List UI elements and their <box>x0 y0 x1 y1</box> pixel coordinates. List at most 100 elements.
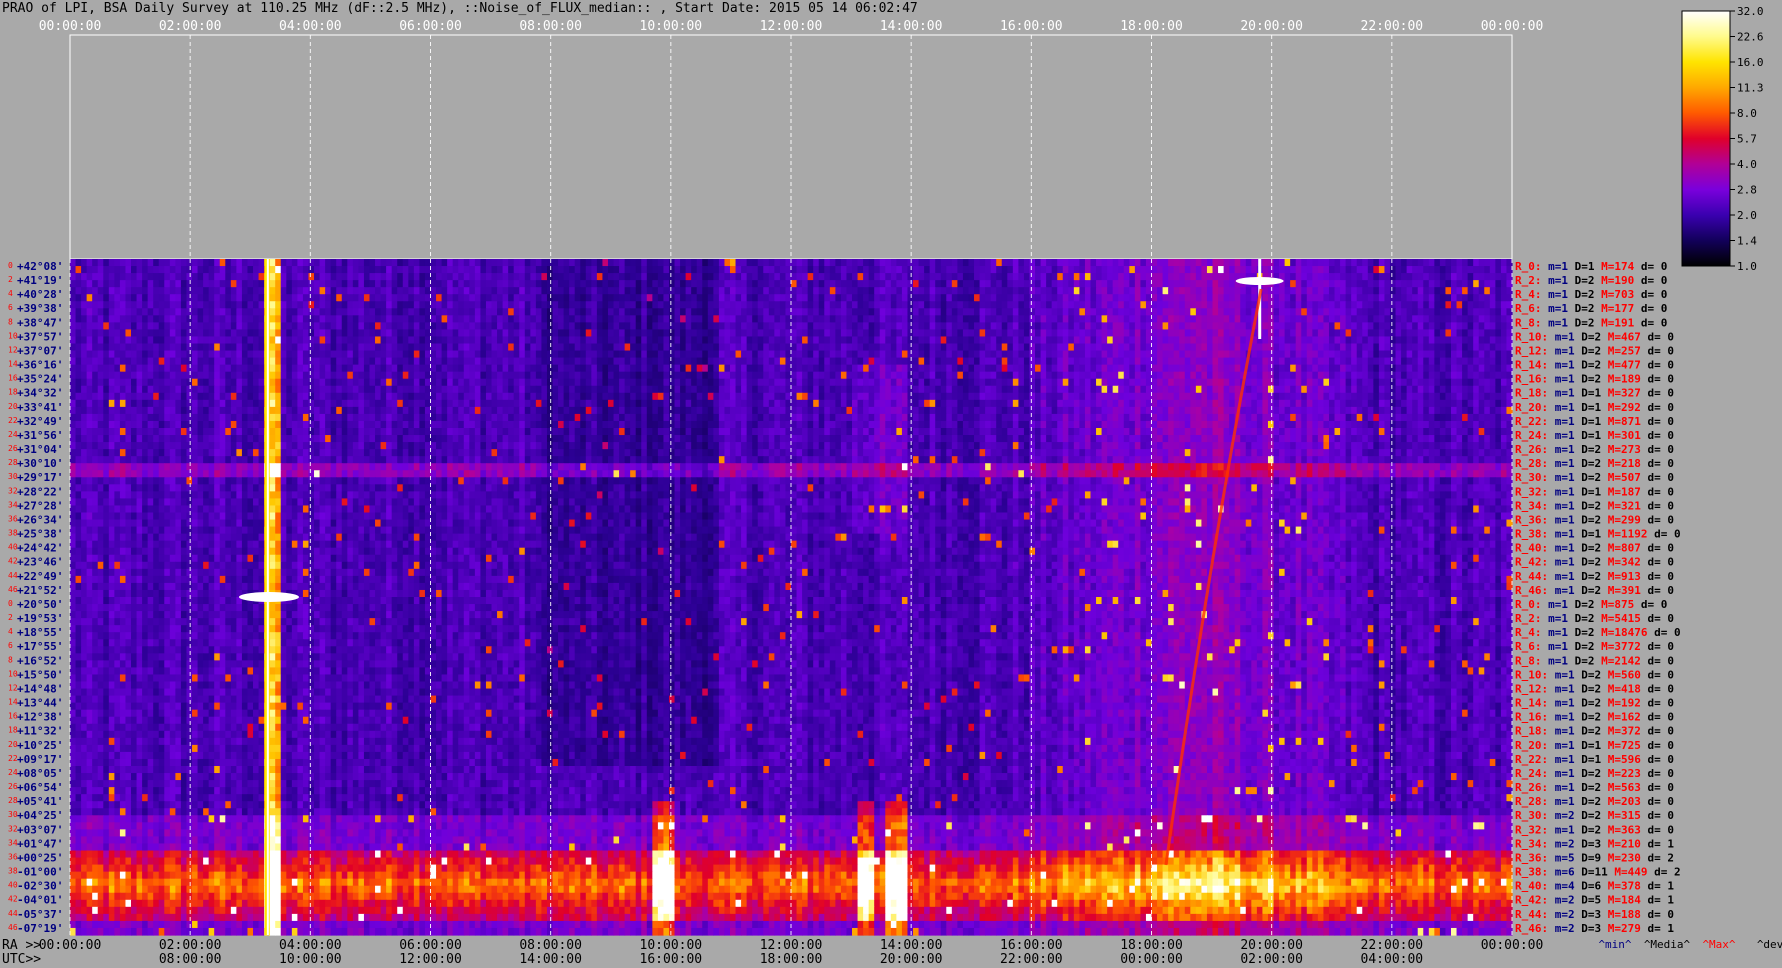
row-stat: R_8: m=1 D=2 M=2142 d= 0 <box>1515 654 1674 667</box>
y-dec-tick-label: +30°10' <box>17 457 63 470</box>
x-ra-axis-label: RA >> <box>2 938 41 953</box>
stat-legend-label: ^Media^ <box>1644 938 1691 951</box>
colorbar-tick-label: 22.6 <box>1737 31 1764 44</box>
x-utc-axis-label: UTC>> <box>2 952 41 967</box>
row-stat: R_38: m=6 D=11 M=449 d= 2 <box>1515 866 1681 879</box>
row-stat: R_22: m=1 D=1 M=596 d= 0 <box>1515 753 1674 766</box>
x-utc-tick-label: 12:00:00 <box>399 952 462 967</box>
row-stat: R_36: m=1 D=2 M=299 d= 0 <box>1515 513 1674 526</box>
row-stat: R_16: m=1 D=2 M=162 d= 0 <box>1515 711 1674 724</box>
x-utc-tick-label: 20:00:00 <box>880 952 943 967</box>
x-ra-tick-label: 14:00:00 <box>880 938 943 953</box>
y-dec-tick-label: +28°22' <box>17 485 63 498</box>
y-dec-tick-label: +34°32' <box>17 387 63 400</box>
row-stat: R_26: m=1 D=2 M=563 d= 0 <box>1515 781 1674 794</box>
y-dec-tick-label: +42°08' <box>17 260 63 273</box>
y-dec-tick-label: +01°47' <box>17 837 63 850</box>
row-stat: R_18: m=1 D=2 M=372 d= 0 <box>1515 725 1674 738</box>
y-dec-tick-label: +11°32' <box>17 725 63 738</box>
y-dec-tick-label: +40°28' <box>17 288 63 301</box>
y-dec-tick-label: +09°17' <box>17 753 63 766</box>
x-ra-tick-label: 00:00:00 <box>39 938 102 953</box>
x-utc-tick-label: 00:00:00 <box>1120 952 1183 967</box>
stat-legend-label: ^Max^ <box>1702 938 1735 951</box>
source-peak-1 <box>238 592 299 602</box>
x-utc-tick-label: 04:00:00 <box>1361 952 1424 967</box>
y-dec-tick-label: +26°34' <box>17 513 63 526</box>
y-dec-tick-label: +12°38' <box>17 711 63 724</box>
row-stat: R_4: m=1 D=2 M=18476 d= 0 <box>1515 626 1681 639</box>
x-ra-tick-label: 04:00:00 <box>279 938 342 953</box>
colorbar-tick-label: 32.0 <box>1737 5 1764 18</box>
row-stat: R_32: m=1 D=2 M=363 d= 0 <box>1515 823 1674 836</box>
row-stat: R_28: m=1 D=2 M=218 d= 0 <box>1515 457 1674 470</box>
row-stat: R_26: m=1 D=2 M=273 d= 0 <box>1515 443 1674 456</box>
x-top-tick-label: 20:00:00 <box>1240 19 1303 34</box>
x-top-tick-label: 10:00:00 <box>640 19 703 34</box>
x-ra-tick-label: 10:00:00 <box>640 938 703 953</box>
x-top-tick-label: 02:00:00 <box>159 19 222 34</box>
y-dec-tick-label: -04°01' <box>17 894 63 907</box>
row-stat: R_44: m=2 D=3 M=188 d= 0 <box>1515 908 1674 921</box>
y-dec-tick-label: +41°19' <box>17 274 63 287</box>
row-stat: R_0: m=1 D=1 M=174 d= 0 <box>1515 260 1667 273</box>
y-dec-tick-label: +39°38' <box>17 302 63 315</box>
row-stat: R_20: m=1 D=1 M=725 d= 0 <box>1515 739 1674 752</box>
x-ra-tick-label: 20:00:00 <box>1240 938 1303 953</box>
y-dec-tick-label: +32°49' <box>17 415 63 428</box>
row-stat: R_28: m=1 D=2 M=203 d= 0 <box>1515 795 1674 808</box>
y-dec-tick-label: +33°41' <box>17 401 63 414</box>
x-utc-tick-label: 10:00:00 <box>279 952 342 967</box>
row-stat: R_18: m=1 D=1 M=327 d= 0 <box>1515 387 1674 400</box>
row-stat: R_40: m=1 D=2 M=807 d= 0 <box>1515 542 1674 555</box>
x-utc-tick-label: 02:00:00 <box>1240 952 1303 967</box>
x-top-tick-label: 08:00:00 <box>519 19 582 34</box>
colorbar <box>1681 10 1731 267</box>
y-dec-tick-label: +18°55' <box>17 626 63 639</box>
row-stat: R_24: m=1 D=2 M=223 d= 0 <box>1515 767 1674 780</box>
y-dec-tick-label: +23°46' <box>17 556 63 569</box>
y-dec-tick-label: +14°48' <box>17 682 63 695</box>
y-dec-tick-label: +00°25' <box>17 851 63 864</box>
y-dec-tick-label: +29°17' <box>17 471 63 484</box>
row-stat: R_42: m=2 D=5 M=184 d= 1 <box>1515 894 1674 907</box>
y-dec-tick-label: -05°37' <box>17 908 63 921</box>
row-stat: R_10: m=1 D=2 M=467 d= 0 <box>1515 330 1674 343</box>
row-stat: R_6: m=1 D=2 M=177 d= 0 <box>1515 302 1667 315</box>
row-stat: R_24: m=1 D=1 M=301 d= 0 <box>1515 429 1674 442</box>
y-dec-tick-label: +37°07' <box>17 344 63 357</box>
y-dec-tick-label: +03°07' <box>17 823 63 836</box>
row-stat: R_2: m=1 D=2 M=190 d= 0 <box>1515 274 1667 287</box>
y-row-index: 4 <box>8 627 13 636</box>
y-dec-tick-label: -07°19' <box>17 922 63 935</box>
x-top-tick-label: 18:00:00 <box>1120 19 1183 34</box>
x-ra-tick-label: 12:00:00 <box>760 938 823 953</box>
x-top-tick-label: 14:00:00 <box>880 19 943 34</box>
y-dec-tick-label: +22°49' <box>17 570 63 583</box>
y-row-index: 2 <box>8 613 13 622</box>
y-dec-tick-label: +20°50' <box>17 598 63 611</box>
y-dec-tick-label: +38°47' <box>17 316 63 329</box>
x-top-tick-label: 12:00:00 <box>760 19 823 34</box>
y-row-index: 0 <box>8 261 13 270</box>
x-ra-tick-label: 08:00:00 <box>519 938 582 953</box>
y-row-index: 8 <box>8 317 13 326</box>
colorbar-tick-label: 4.0 <box>1737 158 1757 171</box>
y-dec-tick-label: +25°38' <box>17 528 63 541</box>
x-top-tick-label: 00:00:00 <box>39 19 102 34</box>
row-stat: R_30: m=2 D=2 M=315 d= 0 <box>1515 809 1674 822</box>
row-stat: R_34: m=2 D=3 M=210 d= 1 <box>1515 837 1674 850</box>
row-stat: R_12: m=1 D=2 M=418 d= 0 <box>1515 682 1674 695</box>
y-row-index: 6 <box>8 641 13 650</box>
y-dec-tick-label: +19°53' <box>17 612 63 625</box>
y-dec-tick-label: +08°05' <box>17 767 63 780</box>
y-dec-tick-label: +24°42' <box>17 542 63 555</box>
row-stat: R_40: m=4 D=6 M=378 d= 1 <box>1515 880 1674 893</box>
y-dec-tick-label: +37°57' <box>17 330 63 343</box>
x-utc-tick-label: 08:00:00 <box>159 952 222 967</box>
x-top-tick-label: 22:00:00 <box>1361 19 1424 34</box>
row-stat: R_6: m=1 D=2 M=3772 d= 0 <box>1515 640 1674 653</box>
x-utc-tick-label: 22:00:00 <box>1000 952 1063 967</box>
colorbar-tick-label: 8.0 <box>1737 107 1757 120</box>
y-row-index: 4 <box>8 289 13 298</box>
